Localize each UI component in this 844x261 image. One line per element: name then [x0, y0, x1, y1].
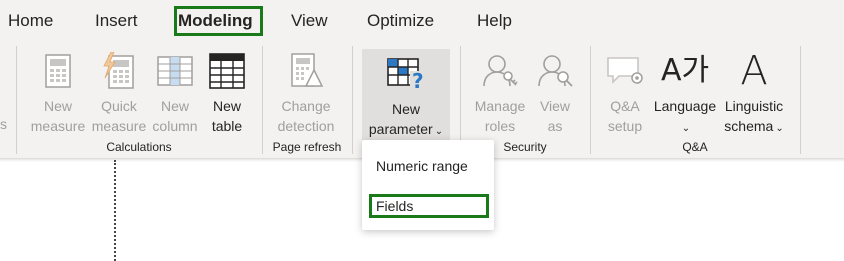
chevron-down-icon: ⌄	[681, 123, 691, 134]
modeling-tab-highlight	[174, 6, 263, 36]
new-measure-label-1: New	[43, 98, 72, 114]
new-table-label-2: table	[211, 118, 243, 134]
table-column-icon	[157, 56, 193, 86]
user-key-icon	[483, 55, 518, 87]
new-table-label-1: New	[212, 98, 241, 114]
tab-help[interactable]: Help	[477, 0, 512, 42]
partial-left-label: s	[0, 116, 7, 132]
tab-optimize[interactable]: Optimize	[367, 0, 434, 42]
group-label-qa: Q&A	[682, 140, 708, 154]
view-as-label-1: View	[539, 98, 571, 114]
change-detection-icon	[291, 53, 324, 87]
new-column-label-2: column	[152, 118, 198, 134]
view-as-button[interactable]: View as	[532, 46, 578, 146]
language-label-1: Language	[653, 98, 717, 114]
linguistic-schema-label-1: Linguistic	[724, 98, 784, 114]
parameter-table-icon: ?	[387, 58, 424, 91]
new-parameter-label-1: New	[391, 101, 420, 117]
calculator-icon	[45, 54, 71, 88]
group-label-page-refresh: Page refresh	[272, 140, 342, 154]
change-detection-button[interactable]: Change detection	[272, 46, 340, 146]
separator	[590, 46, 591, 154]
quick-measure-label-1: Quick	[101, 98, 137, 114]
table-icon	[209, 53, 245, 89]
new-measure-button[interactable]: New measure	[28, 46, 88, 146]
linguistic-schema-label-2: schema	[724, 118, 774, 134]
group-label-calculations: Calculations	[106, 140, 172, 154]
canvas-dotted-guide	[114, 160, 116, 261]
tab-view[interactable]: View	[291, 0, 328, 42]
menu-item-numeric-range[interactable]: Numeric range	[376, 158, 468, 174]
new-parameter-dropdown: Numeric range Fields	[362, 140, 494, 230]
separator	[800, 46, 801, 154]
manage-roles-label-2: roles	[484, 118, 516, 134]
separator	[352, 46, 353, 154]
quick-measure-button[interactable]: Quick measure	[89, 46, 149, 146]
manage-roles-button[interactable]: Manage roles	[470, 46, 530, 146]
tab-insert[interactable]: Insert	[95, 0, 138, 42]
change-detection-label-1: Change	[281, 98, 331, 114]
linguistic-schema-icon: A	[740, 48, 768, 94]
new-parameter-label-2-wrap: parameter ⌄	[362, 119, 450, 142]
quick-calculator-icon	[103, 52, 134, 89]
qa-setup-button[interactable]: Q&A setup	[598, 46, 652, 146]
new-parameter-button[interactable]: ? New parameter ⌄	[362, 49, 450, 147]
separator	[262, 46, 263, 154]
language-icon: A가	[660, 53, 710, 88]
chevron-down-icon: ⌄	[434, 126, 444, 137]
manage-roles-label-1: Manage	[474, 98, 526, 114]
change-detection-label-2: detection	[277, 118, 335, 134]
new-measure-label-2: measure	[30, 118, 86, 134]
view-as-label-2: as	[547, 118, 563, 134]
separator	[16, 46, 17, 154]
separator	[460, 46, 461, 154]
new-parameter-label-2: parameter	[368, 121, 433, 137]
linguistic-schema-label-2-wrap: schema ⌄	[720, 116, 788, 139]
tab-home[interactable]: Home	[8, 0, 53, 42]
menu-item-fields[interactable]: Fields	[376, 198, 413, 214]
quick-measure-label-2: measure	[91, 118, 147, 134]
linguistic-schema-button[interactable]: A Linguistic schema ⌄	[720, 46, 788, 146]
qa-setup-label-1: Q&A	[610, 98, 640, 114]
new-column-button[interactable]: New column	[150, 46, 200, 146]
new-column-label-1: New	[160, 98, 189, 114]
qa-setup-label-2: setup	[607, 118, 643, 134]
new-table-button[interactable]: New table	[203, 46, 251, 146]
chat-settings-icon	[607, 57, 643, 84]
chevron-down-icon: ⌄	[775, 123, 784, 134]
user-search-icon	[538, 55, 573, 87]
ribbon-tab-bar: Home Insert Modeling View Optimize Help	[0, 0, 844, 42]
language-button[interactable]: A가 Language ⌄	[652, 46, 718, 146]
svg-text:?: ?	[412, 69, 424, 91]
